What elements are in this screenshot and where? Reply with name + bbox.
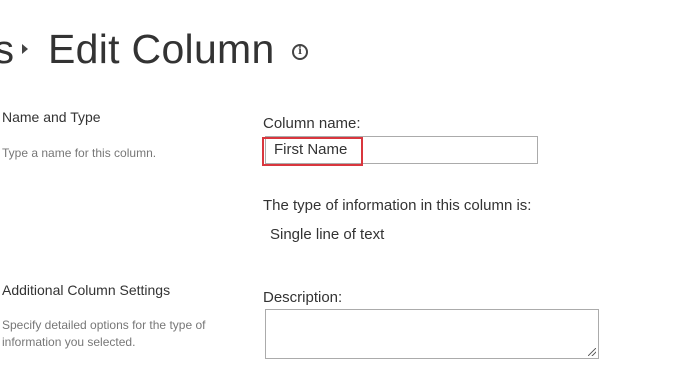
- section-title-additional-settings: Additional Column Settings: [2, 282, 171, 298]
- column-name-label: Column name:: [263, 115, 361, 132]
- info-icon[interactable]: i: [292, 44, 308, 60]
- column-name-input[interactable]: First Name: [265, 136, 538, 164]
- section-desc-additional-settings: Specify detailed options for the type of…: [2, 318, 206, 349]
- breadcrumb-arrow-icon: [22, 44, 28, 54]
- section-desc-name-and-type: Type a name for this column.: [2, 146, 157, 160]
- breadcrumb-fragment[interactable]: s: [0, 26, 14, 74]
- type-value: Single line of text: [270, 226, 385, 243]
- page-title: Edit Column: [48, 26, 275, 72]
- section-title-name-and-type: Name and Type: [2, 109, 101, 125]
- resize-grip-icon[interactable]: [588, 348, 596, 356]
- description-label: Description:: [263, 289, 343, 306]
- description-textarea[interactable]: [265, 309, 599, 359]
- type-label: The type of information in this column i…: [263, 197, 532, 214]
